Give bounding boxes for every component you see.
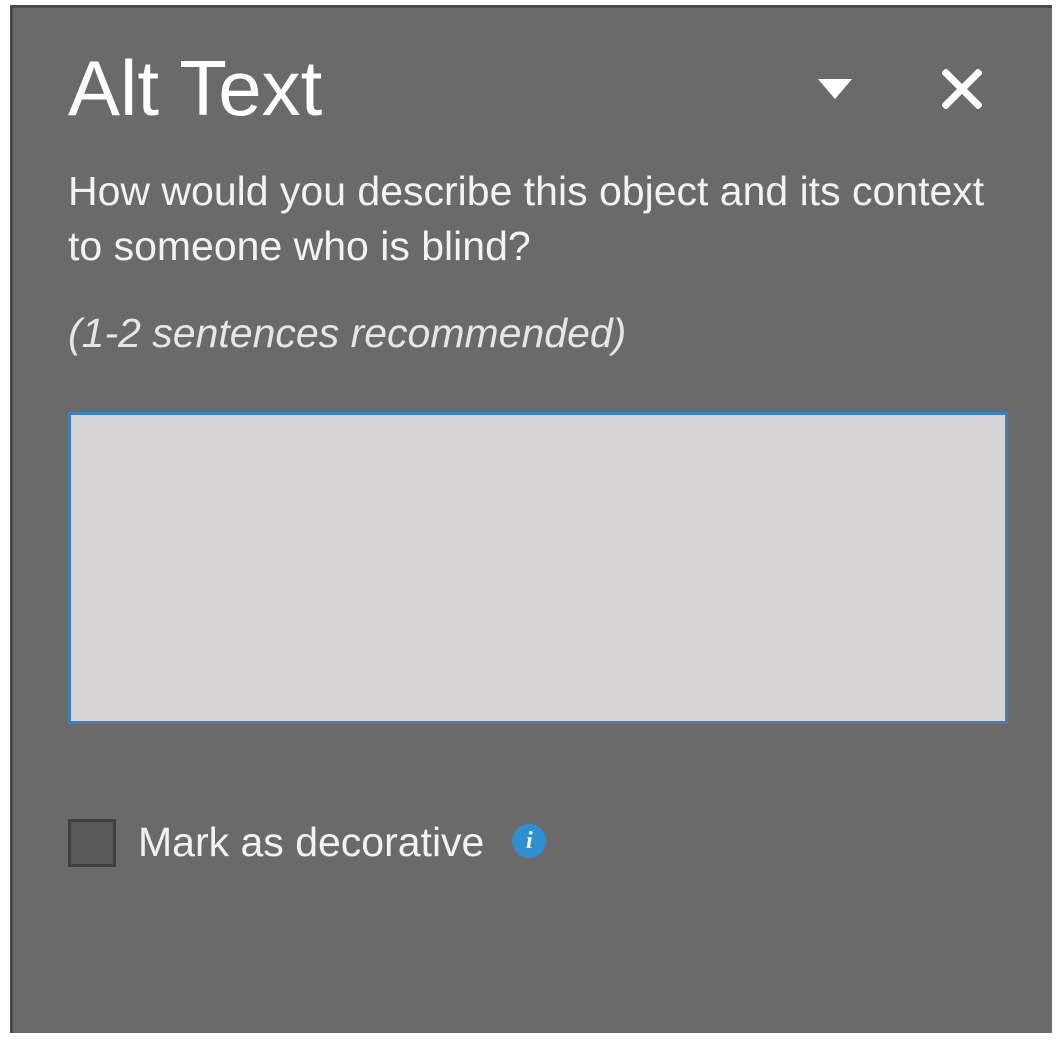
textarea-container [13,357,1052,729]
panel-header: Alt Text [13,8,1052,134]
decorative-checkbox-row: Mark as decorative i [13,729,1052,867]
close-icon[interactable] [942,69,982,109]
alt-text-panel: Alt Text How would you describe this obj… [10,5,1052,1033]
panel-title: Alt Text [68,43,818,134]
decorative-checkbox[interactable] [68,819,116,867]
header-icons [818,69,1012,109]
dropdown-icon[interactable] [818,79,852,99]
alt-text-input[interactable] [68,412,1008,724]
panel-recommendation: (1-2 sentences recommended) [13,275,1052,357]
info-icon[interactable]: i [512,824,546,858]
panel-description: How would you describe this object and i… [13,134,1052,275]
decorative-checkbox-label: Mark as decorative [138,819,484,866]
